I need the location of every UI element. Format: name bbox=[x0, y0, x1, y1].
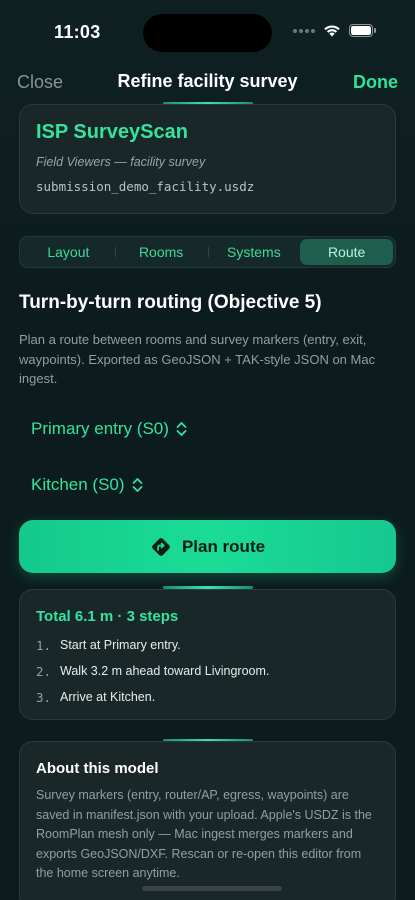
model-info-card: ISP SurveyScan Field Viewers — facility … bbox=[19, 104, 396, 214]
route-step: 3. Arrive at Kitchen. bbox=[36, 684, 379, 710]
from-picker-label: Primary entry (S0) bbox=[31, 419, 169, 438]
battery-icon bbox=[349, 24, 376, 37]
navigation-bar: Close Refine facility survey Done bbox=[0, 62, 415, 102]
dynamic-island bbox=[143, 14, 272, 52]
app-subtitle: Field Viewers — facility survey bbox=[36, 155, 206, 169]
tab-rooms[interactable]: Rooms bbox=[114, 239, 208, 265]
done-button[interactable]: Done bbox=[353, 72, 398, 93]
from-picker[interactable]: Primary entry (S0) bbox=[31, 419, 187, 439]
step-number: 1. bbox=[36, 637, 52, 653]
app-title: ISP SurveyScan bbox=[36, 121, 188, 143]
tab-systems[interactable]: Systems bbox=[207, 239, 301, 265]
tab-layout[interactable]: Layout bbox=[22, 239, 115, 265]
status-bar: 11:03 bbox=[0, 0, 415, 62]
section-tabs: Layout Rooms Systems Route bbox=[19, 236, 396, 268]
status-time: 11:03 bbox=[54, 22, 101, 42]
about-body: Survey markers (entry, router/AP, egress… bbox=[36, 788, 372, 880]
about-title: About this model bbox=[36, 760, 159, 777]
route-total: Total 6.1 m · 3 steps bbox=[36, 608, 179, 625]
step-number: 3. bbox=[36, 689, 52, 705]
step-text: Walk 3.2 m ahead toward Livingroom. bbox=[60, 664, 270, 678]
step-text: Start at Primary entry. bbox=[60, 638, 181, 652]
step-number: 2. bbox=[36, 663, 52, 679]
chevron-up-down-icon bbox=[176, 422, 187, 436]
about-model-card: About this model Survey markers (entry, … bbox=[19, 741, 396, 900]
status-icons bbox=[293, 24, 377, 37]
screen: 11:03 Close Refine facility survey Done bbox=[0, 0, 415, 900]
plan-route-button[interactable]: Plan route bbox=[19, 520, 396, 573]
model-filename: submission_demo_facility.usdz bbox=[36, 179, 255, 194]
chevron-up-down-icon bbox=[132, 478, 142, 492]
route-step: 2. Walk 3.2 m ahead toward Livingroom. bbox=[36, 658, 379, 684]
route-result-card: Total 6.1 m · 3 steps 1. Start at Primar… bbox=[19, 589, 396, 720]
tab-route[interactable]: Route bbox=[300, 239, 393, 265]
plan-route-label: Plan route bbox=[181, 536, 266, 556]
wifi-icon bbox=[324, 25, 340, 37]
section-description: Plan a route between rooms and survey ma… bbox=[19, 332, 376, 386]
home-indicator[interactable] bbox=[142, 886, 282, 891]
cellular-signal-icon bbox=[293, 28, 315, 33]
directions-icon bbox=[152, 537, 170, 556]
section-title: Turn-by-turn routing (Objective 5) bbox=[19, 292, 322, 313]
route-steps: 1. Start at Primary entry. 2. Walk 3.2 m… bbox=[36, 632, 379, 710]
to-picker-label: Kitchen (S0) bbox=[31, 475, 125, 494]
step-text: Arrive at Kitchen. bbox=[60, 690, 156, 704]
to-picker[interactable]: Kitchen (S0) bbox=[31, 475, 143, 495]
route-step: 1. Start at Primary entry. bbox=[36, 632, 379, 658]
